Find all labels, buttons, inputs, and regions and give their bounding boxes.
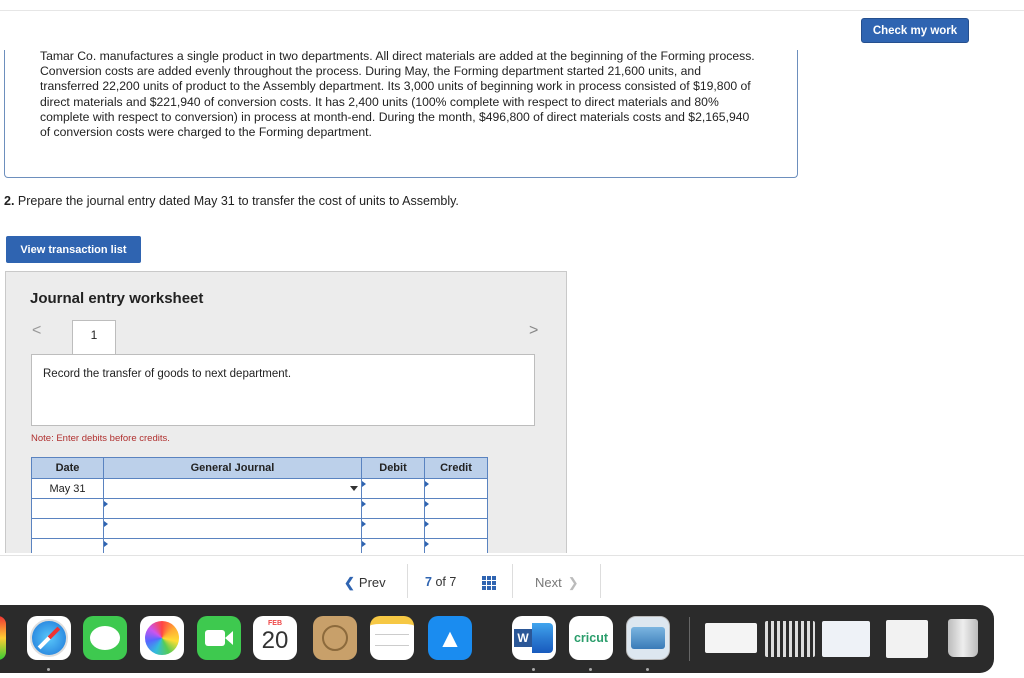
table-row: May 31	[31, 478, 488, 499]
cell-marker-icon	[104, 521, 108, 527]
of-label: of	[435, 575, 446, 589]
divider	[407, 564, 408, 598]
credit-input[interactable]	[424, 478, 488, 499]
running-indicator	[47, 668, 50, 671]
word-icon[interactable]: W	[512, 616, 556, 660]
column-header-date: Date	[31, 457, 104, 479]
cell-marker-icon	[425, 481, 429, 487]
cell-marker-icon	[425, 541, 429, 547]
running-indicator	[589, 668, 592, 671]
problem-statement-box: Tamar Co. manufactures a single product …	[4, 49, 798, 178]
cell-marker-icon	[104, 501, 108, 507]
problem-text: Tamar Co. manufactures a single product …	[40, 49, 755, 140]
cell-marker-icon	[362, 541, 366, 547]
date-cell: May 31	[31, 478, 104, 499]
next-label: Next	[535, 575, 562, 590]
column-header-credit: Credit	[424, 457, 488, 479]
table-row	[31, 538, 488, 553]
cricut-icon[interactable]: cricut	[569, 616, 613, 660]
safari-icon[interactable]	[27, 616, 71, 660]
check-my-work-button[interactable]: Check my work	[861, 18, 969, 43]
account-select[interactable]	[103, 498, 362, 519]
entry-note: Note: Enter debits before credits.	[31, 433, 170, 444]
facetime-icon[interactable]	[197, 616, 241, 660]
table-row	[31, 498, 488, 519]
contacts-icon[interactable]	[313, 616, 357, 660]
page-indicator: 7 of 7	[425, 575, 456, 589]
column-header-debit: Debit	[361, 457, 425, 479]
divider	[600, 564, 601, 598]
recent-download-thumbnail[interactable]	[886, 620, 928, 658]
cell-marker-icon	[425, 521, 429, 527]
journal-entry-worksheet: Journal entry worksheet < > 1 Record the…	[5, 271, 567, 553]
worksheet-tab-1[interactable]: 1	[72, 320, 116, 355]
cell-marker-icon	[362, 501, 366, 507]
question-text: Prepare the journal entry dated May 31 t…	[17, 194, 459, 208]
table-row	[31, 518, 488, 539]
debit-input[interactable]	[361, 478, 425, 499]
tab-label: 1	[90, 328, 98, 342]
worksheet-title: Journal entry worksheet	[30, 290, 204, 307]
view-transaction-list-button[interactable]: View transaction list	[6, 236, 141, 263]
top-divider	[0, 10, 1024, 11]
app-store-icon[interactable]: ▲	[428, 616, 472, 660]
debit-input[interactable]	[361, 498, 425, 519]
credit-input[interactable]	[424, 538, 488, 553]
credit-input[interactable]	[424, 518, 488, 539]
photos-icon[interactable]	[140, 616, 184, 660]
prev-label: Prev	[358, 575, 386, 590]
cell-marker-icon	[425, 501, 429, 507]
grid-icon[interactable]	[482, 576, 497, 590]
account-select[interactable]	[103, 518, 362, 539]
question-prompt: 2. Prepare the journal entry dated May 3…	[4, 194, 459, 208]
prev-button[interactable]: ❮ Prev	[344, 575, 386, 591]
pagination-bar: ❮ Prev 7 of 7 Next ❯	[0, 555, 1024, 605]
chevron-left-icon[interactable]: <	[32, 322, 41, 340]
word-letter: W	[514, 629, 532, 647]
debit-input[interactable]	[361, 538, 425, 553]
cell-marker-icon	[362, 521, 366, 527]
question-number: 2.	[4, 194, 15, 208]
next-button[interactable]: Next ❯	[535, 575, 579, 591]
chevron-right-icon: ❯	[567, 575, 579, 590]
messages-icon[interactable]	[83, 616, 127, 660]
macos-dock: FEB 20 ▲ W cricut	[0, 605, 994, 673]
notes-icon[interactable]	[370, 616, 414, 660]
chevron-down-icon[interactable]	[350, 486, 358, 491]
chevron-left-icon: ❮	[344, 575, 355, 590]
dock-separator	[689, 617, 690, 661]
running-indicator	[646, 668, 649, 671]
instruction-box: Record the transfer of goods to next dep…	[31, 354, 535, 426]
date-cell	[31, 518, 104, 539]
calendar-month: FEB	[268, 620, 282, 627]
recent-screenshot-thumbnail[interactable]	[765, 621, 815, 657]
preview-icon[interactable]	[626, 616, 670, 660]
account-select[interactable]	[103, 478, 362, 499]
journal-table: Date General Journal Debit Credit May 31	[31, 457, 488, 553]
account-select[interactable]	[103, 538, 362, 553]
cell-marker-icon	[104, 541, 108, 547]
column-header-general-journal: General Journal	[103, 457, 362, 479]
debit-input[interactable]	[361, 518, 425, 539]
divider	[512, 564, 513, 598]
date-cell	[31, 498, 104, 519]
app-icon-partial[interactable]	[0, 616, 6, 660]
date-cell	[31, 538, 104, 553]
cell-marker-icon	[362, 481, 366, 487]
recent-file-thumbnail[interactable]	[822, 621, 870, 657]
calendar-icon[interactable]: FEB 20	[253, 616, 297, 660]
instruction-text: Record the transfer of goods to next dep…	[43, 368, 292, 380]
trash-icon[interactable]	[941, 616, 985, 660]
current-page: 7	[425, 575, 432, 589]
credit-input[interactable]	[424, 498, 488, 519]
cricut-label: cricut	[573, 631, 609, 645]
calendar-day: 20	[261, 627, 289, 654]
recent-document-thumbnail[interactable]	[705, 623, 757, 653]
total-pages: 7	[449, 575, 457, 589]
chevron-right-icon[interactable]: >	[529, 322, 538, 340]
running-indicator	[532, 668, 535, 671]
